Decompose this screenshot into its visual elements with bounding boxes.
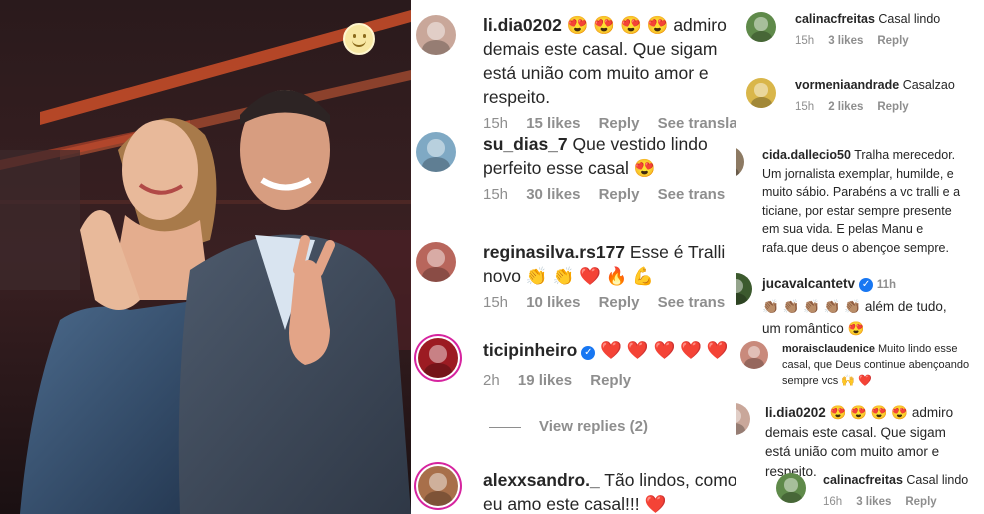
avatar[interactable] xyxy=(736,146,744,178)
likes-count[interactable]: 3 likes xyxy=(828,35,863,47)
emoji-group: 👏 👏 ❤️ 🔥 💪 xyxy=(525,266,655,286)
username[interactable]: reginasilva.rs177 xyxy=(483,242,625,262)
username[interactable]: su_dias_7 xyxy=(483,134,568,154)
verified-badge-icon: ✓ xyxy=(859,278,874,292)
comment-text: vormeniaandrade Casalzao xyxy=(795,76,980,95)
username[interactable]: calinacfreitas xyxy=(823,473,903,487)
reply-button[interactable]: Reply xyxy=(877,35,908,47)
likes-count[interactable]: 19 likes xyxy=(518,372,572,389)
avatar[interactable] xyxy=(746,12,776,42)
avatar[interactable] xyxy=(736,273,752,305)
username[interactable]: cida.dallecio50 xyxy=(762,148,851,162)
comment-text: calinacfreitas Casal lindo xyxy=(795,10,980,29)
avatar[interactable] xyxy=(416,242,456,282)
avatar[interactable] xyxy=(416,132,456,172)
reply-button[interactable]: Reply xyxy=(599,186,640,203)
reply-button[interactable]: Reply xyxy=(590,372,631,389)
avatar[interactable] xyxy=(418,338,458,378)
comment-text: alexxsandro._ Tão lindos, como eu amo es… xyxy=(483,468,736,514)
username[interactable]: ticipinheiro xyxy=(483,340,577,360)
emoji-group: ❤️ xyxy=(644,494,667,514)
likes-count[interactable]: 15 likes xyxy=(526,115,580,132)
post-photo xyxy=(0,0,411,514)
timestamp: 15h xyxy=(483,186,509,203)
emoji-group: 😍 😍 😍 😍 xyxy=(566,15,669,35)
comment-body: Casal lindo xyxy=(878,12,941,26)
comment-text: li.dia0202 😍 😍 😍 😍 admiro demais este ca… xyxy=(765,403,970,481)
reply-button[interactable]: Reply xyxy=(877,101,908,113)
timestamp: 2h xyxy=(483,372,500,389)
avatar[interactable] xyxy=(416,15,456,55)
comment-text: calinacfreitas Casal lindo xyxy=(823,471,983,490)
emoji-group: 👏🏽 👏🏽 👏🏽 👏🏽 👏🏽 xyxy=(762,299,862,314)
photo-illustration xyxy=(0,0,411,514)
avatar[interactable] xyxy=(740,341,768,369)
emoji-group: 😍 xyxy=(633,158,656,178)
verified-badge-icon: ✓ xyxy=(581,346,596,360)
timestamp: 11h xyxy=(876,279,897,291)
comments-column-right: calinacfreitas Casal lindo 15h 3 likes Rep… xyxy=(736,0,984,514)
comment-meta: 2h 19 likes Reply xyxy=(483,372,736,389)
view-replies-button[interactable]: View replies (2) xyxy=(489,418,648,435)
comment-text: su_dias_7 Que vestido lindo perfeito ess… xyxy=(483,132,736,180)
comment-meta: 15h 2 likes Reply xyxy=(795,101,980,113)
avatar[interactable] xyxy=(418,466,458,506)
reply-button[interactable]: Reply xyxy=(599,115,640,132)
likes-count[interactable]: 30 likes xyxy=(526,186,580,203)
comment-body: Tralha merecedor. Um jornalista exemplar… xyxy=(762,148,961,255)
comment-text: moraisclaudenice Muito lindo esse casal,… xyxy=(782,341,982,389)
avatar[interactable] xyxy=(736,403,750,435)
comment-meta: 15h 15 likes Reply See translation xyxy=(483,115,736,132)
comments-column-middle: li.dia0202 😍 😍 😍 😍 admiro demais este ca… xyxy=(411,0,736,514)
comment-meta: 15h 10 likes Reply See trans xyxy=(483,294,736,311)
timestamp: 15h xyxy=(483,294,509,311)
reply-button[interactable]: Reply xyxy=(905,496,936,508)
username[interactable]: li.dia0202 xyxy=(483,15,562,35)
comment-text: ticipinheiro ✓ ❤️ ❤️ ❤️ ❤️ ❤️ xyxy=(483,338,736,362)
likes-count[interactable]: 2 likes xyxy=(828,101,863,113)
username[interactable]: alexxsandro._ xyxy=(483,470,600,490)
avatar[interactable] xyxy=(776,473,806,503)
emoji-group: 😍 😍 😍 😍 xyxy=(829,405,909,420)
likes-count[interactable]: 10 likes xyxy=(526,294,580,311)
smiley-sticker-icon xyxy=(343,23,375,55)
timestamp: 15h xyxy=(483,115,509,132)
username[interactable]: li.dia0202 xyxy=(765,405,826,420)
comment-text: cida.dallecio50 Tralha merecedor. Um jor… xyxy=(762,146,962,257)
comment-meta: 15h 30 likes Reply See trans xyxy=(483,186,736,203)
see-translation-link[interactable]: See translation xyxy=(658,115,736,132)
see-translation-link[interactable]: See trans xyxy=(658,294,726,311)
comment-meta: 16h 3 likes Reply xyxy=(823,496,983,508)
timestamp: 15h xyxy=(795,34,815,47)
comment-body: Casalzao xyxy=(902,78,955,92)
emoji-group: 😍 xyxy=(847,321,865,336)
likes-count[interactable]: 3 likes xyxy=(856,496,891,508)
comment-text: li.dia0202 😍 😍 😍 😍 admiro demais este ca… xyxy=(483,13,736,109)
comment-meta: 15h 3 likes Reply xyxy=(795,35,980,47)
emoji-group: 🙌 ❤️ xyxy=(841,375,872,387)
timestamp: 16h xyxy=(823,495,843,508)
comment-body: Casal lindo xyxy=(906,473,969,487)
timestamp: 15h xyxy=(795,100,815,113)
username[interactable]: calinacfreitas xyxy=(795,12,875,26)
reply-button[interactable]: Reply xyxy=(599,294,640,311)
username[interactable]: jucavalcantetv xyxy=(762,276,855,291)
comment-text: jucavalcantetv ✓ 11h 👏🏽 👏🏽 👏🏽 👏🏽 👏🏽 além d… xyxy=(762,273,962,340)
avatar[interactable] xyxy=(746,78,776,108)
username[interactable]: vormeniaandrade xyxy=(795,78,899,92)
username[interactable]: moraisclaudenice xyxy=(782,343,875,355)
see-translation-link[interactable]: See trans xyxy=(658,186,726,203)
hearts-emoji-group: ❤️ ❤️ ❤️ ❤️ ❤️ xyxy=(600,340,729,360)
comment-text: reginasilva.rs177 Esse é Tralli novo 👏 👏… xyxy=(483,240,736,288)
